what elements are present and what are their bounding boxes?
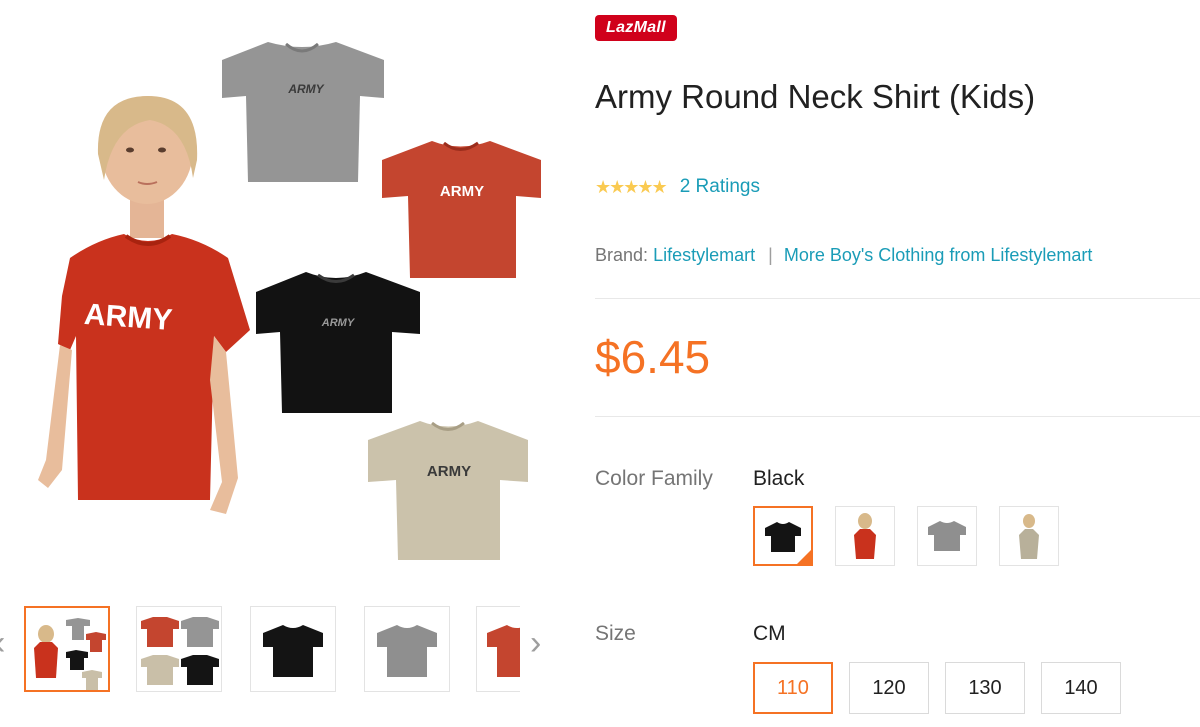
khaki-army-shirt-image: ARMY <box>368 421 528 560</box>
thumbnail-5[interactable] <box>476 606 520 692</box>
red-shirt-print: ARMY <box>440 183 484 200</box>
product-price: $6.45 <box>595 331 711 383</box>
brand-link[interactable]: Lifestylemart <box>653 245 755 265</box>
ratings-count-link[interactable]: 2 Ratings <box>680 176 760 198</box>
grey-army-shirt-image: ARMY <box>222 42 384 182</box>
size-option-130[interactable]: 130 <box>945 662 1025 714</box>
thumbnail-carousel: ‹ <box>0 596 560 696</box>
color-swatch-grey[interactable] <box>917 506 977 566</box>
divider <box>595 416 1200 417</box>
thumbnail-3[interactable] <box>250 606 336 692</box>
selected-check-icon <box>797 550 811 564</box>
size-unit: CM <box>753 622 786 645</box>
brand-separator: | <box>768 245 773 265</box>
khaki-shirt-print: ARMY <box>427 463 471 480</box>
rating-row: ★★★★★ 2 Ratings <box>595 176 760 198</box>
grey-shirt-print: ARMY <box>287 82 324 96</box>
red-army-shirt-image: ARMY <box>382 141 541 278</box>
size-label: Size <box>595 622 636 645</box>
product-info-panel: LazMall Army Round Neck Shirt (Kids) ★★★… <box>595 0 1200 727</box>
thumbnail-strip <box>24 606 520 694</box>
product-gallery: ARMY ARMY ARMY ARMY ARMY › <box>0 0 560 727</box>
lazmall-badge: LazMall <box>595 15 677 41</box>
thumbnail-4[interactable] <box>364 606 450 692</box>
more-from-brand-link[interactable]: More Boy's Clothing from Lifestylemart <box>784 245 1093 265</box>
divider <box>595 298 1200 299</box>
color-swatch-khaki[interactable] <box>999 506 1059 566</box>
color-swatch-red[interactable] <box>835 506 895 566</box>
thumbnail-next-icon[interactable]: › <box>530 626 541 660</box>
thumbnail-prev-icon[interactable]: ‹ <box>0 626 5 660</box>
thumbnail-2[interactable] <box>136 606 222 692</box>
size-option-120[interactable]: 120 <box>849 662 929 714</box>
product-title: Army Round Neck Shirt (Kids) <box>595 78 1036 115</box>
color-family-selected: Black <box>753 467 805 490</box>
black-army-shirt-image: ARMY <box>256 272 420 413</box>
color-swatch-black[interactable] <box>753 506 813 566</box>
thumbnail-1[interactable] <box>24 606 110 692</box>
brand-row: Brand: Lifestylemart | More Boy's Clothi… <box>595 245 1092 266</box>
child-mannequin-image: ARMY <box>38 96 250 514</box>
size-option-110[interactable]: 110 <box>753 662 833 714</box>
mannequin-shirt-print: ARMY <box>83 298 173 337</box>
color-family-label: Color Family <box>595 467 713 490</box>
rating-stars-icon: ★★★★★ <box>595 176 668 197</box>
main-product-image[interactable]: ARMY ARMY ARMY ARMY ARMY <box>0 0 560 585</box>
brand-label: Brand: <box>595 245 649 265</box>
black-shirt-print: ARMY <box>321 317 356 329</box>
size-option-140[interactable]: 140 <box>1041 662 1121 714</box>
